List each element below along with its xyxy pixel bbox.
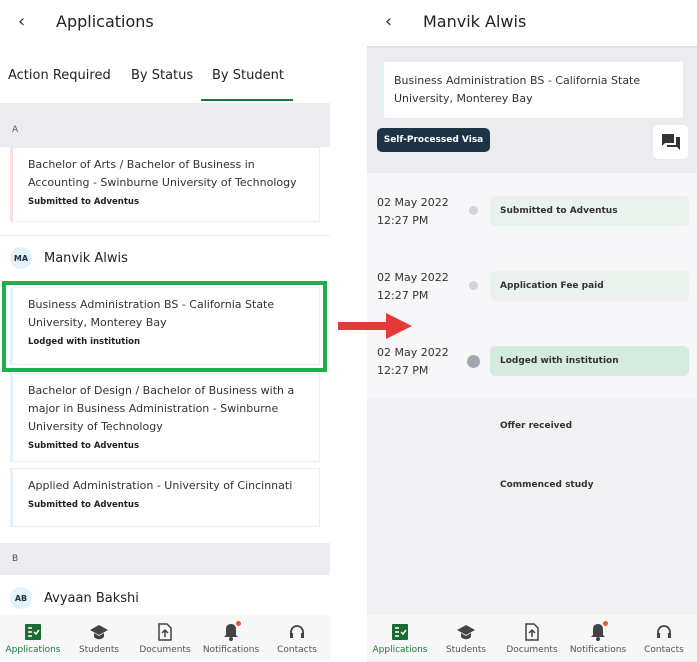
tab-by-status[interactable]: By Status	[131, 68, 193, 83]
red-arrow-annotation	[338, 313, 412, 339]
timeline-dot	[469, 281, 478, 290]
headset-icon	[288, 623, 306, 641]
applications-icon	[24, 623, 42, 641]
chat-button[interactable]	[653, 125, 688, 159]
timeline-status-current: Lodged with institution	[490, 346, 689, 376]
pending-step: Commenced study	[500, 480, 594, 490]
applications-icon	[391, 623, 409, 641]
notification-dot	[603, 621, 608, 626]
timeline-dot	[469, 206, 478, 215]
nav-contacts[interactable]: Contacts	[631, 615, 697, 660]
headset-icon	[655, 623, 673, 641]
nav-notifications[interactable]: Notifications	[198, 615, 264, 660]
header: ‹ Applications	[0, 0, 330, 46]
back-icon[interactable]: ‹	[18, 11, 25, 32]
application-card[interactable]: Applied Administration - University of C…	[10, 468, 320, 527]
active-tab-indicator	[201, 99, 293, 101]
bottom-nav: Applications Students Documents Notificatio…	[367, 615, 697, 660]
application-card[interactable]: Bachelor of Arts / Bachelor of Business …	[10, 147, 320, 222]
nav-notifications[interactable]: Notifications	[565, 615, 631, 660]
section-header-a: A	[0, 103, 330, 147]
timeline-date: 02 May 2022 12:27 PM	[377, 271, 449, 302]
nav-applications[interactable]: Applications	[0, 615, 66, 660]
nav-label: Notifications	[202, 645, 260, 655]
program-name: Applied Administration - University of C…	[28, 479, 293, 492]
timeline-date: 02 May 2022 12:27 PM	[377, 346, 449, 377]
tab-by-student[interactable]: By Student	[212, 68, 284, 83]
document-upload-icon	[523, 623, 541, 641]
nav-documents[interactable]: Documents	[499, 615, 565, 660]
nav-contacts[interactable]: Contacts	[264, 615, 330, 660]
nav-documents[interactable]: Documents	[132, 615, 198, 660]
timeline-date: 02 May 2022 12:27 PM	[377, 196, 449, 227]
application-detail-screen: ‹ Manvik Alwis Business Administration B…	[367, 0, 697, 662]
student-name: Avyaan Bakshi	[44, 590, 139, 606]
timeline-dot-current	[467, 355, 480, 368]
timeline-status: Application Fee paid	[490, 271, 689, 301]
nav-label: Contacts	[644, 645, 684, 655]
status-text: Submitted to Adventus	[28, 441, 140, 451]
highlight-box	[2, 281, 327, 372]
bottom-nav: Applications Students Documents Notificatio…	[0, 615, 330, 660]
graduation-cap-icon	[90, 623, 108, 641]
nav-label: Documents	[506, 645, 558, 655]
visa-badge: Self-Processed Visa	[377, 128, 490, 152]
pending-step: Offer received	[500, 421, 573, 431]
header: ‹ Manvik Alwis	[367, 0, 697, 46]
student-name: Manvik Alwis	[44, 250, 128, 266]
nav-label: Students	[78, 645, 120, 655]
notification-dot	[236, 621, 241, 626]
nav-label: Notifications	[569, 645, 627, 655]
nav-label: Documents	[139, 645, 191, 655]
chat-icon	[661, 134, 680, 150]
nav-students[interactable]: Students	[66, 615, 132, 660]
nav-label: Applications	[372, 645, 428, 655]
avatar: MA	[10, 247, 32, 269]
status-text: Submitted to Adventus	[28, 197, 140, 207]
graduation-cap-icon	[457, 623, 475, 641]
document-upload-icon	[156, 623, 174, 641]
nav-applications[interactable]: Applications	[367, 615, 433, 660]
avatar: AB	[10, 587, 32, 609]
nav-label: Contacts	[277, 645, 317, 655]
program-name: Bachelor of Design / Bachelor of Busines…	[28, 384, 295, 433]
program-name: Bachelor of Arts / Bachelor of Business …	[28, 158, 297, 189]
applications-screen: ‹ Applications Action Required By Status…	[0, 0, 330, 662]
nav-label: Applications	[5, 645, 61, 655]
divider	[0, 235, 330, 236]
nav-label: Students	[445, 645, 487, 655]
bell-icon	[589, 621, 608, 641]
status-text: Submitted to Adventus	[28, 500, 140, 510]
page-title: Applications	[56, 12, 154, 31]
section-header-b: B	[0, 543, 330, 575]
bell-icon	[222, 621, 241, 641]
tab-action-required[interactable]: Action Required	[8, 68, 111, 83]
program-card: Business Administration BS - California …	[381, 62, 683, 118]
timeline-status: Submitted to Adventus	[490, 196, 689, 226]
application-card[interactable]: Bachelor of Design / Bachelor of Busines…	[10, 373, 320, 462]
nav-students[interactable]: Students	[433, 615, 499, 660]
back-icon[interactable]: ‹	[385, 11, 392, 32]
page-title: Manvik Alwis	[423, 12, 527, 31]
student-row[interactable]: MA Manvik Alwis	[10, 247, 128, 269]
student-row[interactable]: AB Avyaan Bakshi	[10, 587, 139, 609]
